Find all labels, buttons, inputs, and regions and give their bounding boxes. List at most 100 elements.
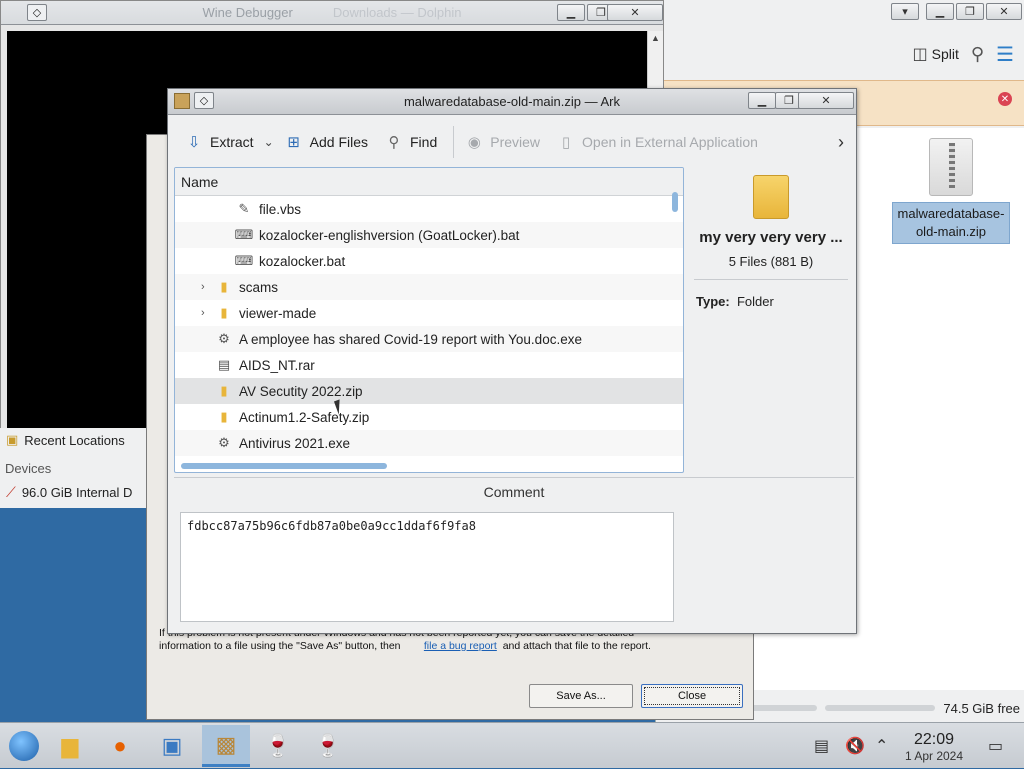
start-menu-button[interactable]: [0, 725, 48, 767]
comment-label: Comment: [483, 484, 545, 500]
keep-above-button[interactable]: ▾: [891, 3, 919, 20]
tree-row[interactable]: ⌨ kozalocker.bat: [175, 248, 683, 274]
hamburger-icon[interactable]: ☰: [996, 42, 1014, 67]
tree-row[interactable]: ✎ file.vbs: [175, 196, 683, 222]
crash-message-line2-end: and attach that file to the report.: [502, 640, 651, 652]
executable-icon: ⚙: [218, 435, 230, 450]
tree-row[interactable]: ⌨ kozalocker-englishversion (GoatLocker).…: [175, 222, 683, 248]
task-firefox[interactable]: ●: [96, 725, 144, 767]
batch-icon: ⌨: [234, 253, 254, 268]
info-name: my very very very ...: [699, 229, 843, 246]
recent-locations-item[interactable]: ▣ Recent Locations: [6, 432, 125, 448]
recent-icon: ▣: [6, 432, 19, 447]
task-file-manager[interactable]: ▆: [46, 725, 94, 767]
ark-close-button[interactable]: ✕: [798, 92, 854, 109]
ark-title: malwaredatabase-old-main.zip — Ark: [403, 94, 621, 109]
task-ark[interactable]: ▩: [202, 725, 250, 767]
folder-large-icon: [753, 175, 789, 219]
save-as-button[interactable]: Save As...: [529, 684, 633, 708]
task-system-settings[interactable]: ▣: [148, 725, 196, 767]
preview-icon: ◉: [467, 134, 481, 151]
executable-icon: ⚙: [218, 331, 230, 346]
space-bar: [825, 705, 936, 711]
folder-icon: ▮: [220, 305, 228, 320]
clock-time: 22:09: [913, 731, 955, 748]
tree-row[interactable]: › ▮ scams: [175, 274, 683, 300]
recent-label: Recent Locations: [24, 432, 125, 448]
extract-icon: ⇩: [187, 134, 201, 151]
expand-chevron-icon[interactable]: ›: [201, 307, 205, 319]
folder-icon: ▆: [61, 733, 79, 758]
ark-minimize-button[interactable]: ▁: [748, 92, 776, 109]
tree-horizontal-scrollbar[interactable]: [181, 463, 387, 469]
close-banner-icon[interactable]: ✕: [998, 92, 1012, 106]
close-button[interactable]: ✕: [986, 3, 1022, 20]
tree-row-label: AIDS_NT.rar: [239, 357, 315, 373]
tree-row-label: Actinum1.2-Safety.zip: [239, 409, 370, 425]
preview-button[interactable]: ◉ Preview: [464, 132, 540, 152]
ark-icon: ▩: [215, 731, 237, 757]
scroll-up-icon[interactable]: ▲: [651, 33, 660, 43]
find-button[interactable]: ⚲ Find: [384, 132, 438, 152]
wine-minimize-button[interactable]: ▁: [557, 4, 585, 21]
tree-vertical-scrollbar[interactable]: [672, 192, 678, 212]
pin-icon[interactable]: ◇: [27, 4, 47, 21]
tree-row[interactable]: ▤ AIDS_NT.rar: [175, 352, 683, 378]
tree-row[interactable]: ▮ AV Secutity 2022.zip: [175, 378, 683, 404]
info-divider: [694, 279, 848, 280]
open-external-icon: ▯: [561, 134, 571, 151]
archive-icon: ▤: [217, 357, 231, 372]
zip-icon: ▮: [220, 383, 228, 398]
tree-row-label: scams: [239, 279, 279, 295]
find-icon: ⚲: [388, 134, 400, 151]
tree-row[interactable]: ⚙ A employee has shared Covid-19 report w…: [175, 326, 683, 352]
chevron-right-icon[interactable]: ›: [838, 132, 844, 153]
device-item[interactable]: ⟋ 96.0 GiB Internal D: [6, 484, 132, 501]
split-button[interactable]: ◫ Split: [913, 44, 959, 64]
toolbar-separator: [453, 126, 455, 158]
bug-report-link[interactable]: file a bug report: [424, 640, 497, 652]
expand-chevron-icon[interactable]: ›: [201, 281, 205, 293]
clock[interactable]: 22:09 1 Apr 2024: [898, 731, 970, 763]
add-files-label: Add Files: [309, 134, 368, 150]
open-external-button[interactable]: ▯ Open in External Application: [556, 132, 758, 152]
tree-row[interactable]: ⚙ Antivirus 2021.exe: [175, 430, 683, 456]
free-space-label: 74.5 GiB free: [943, 700, 1020, 716]
tree-row[interactable]: ▮ Actinum1.2-Safety.zip: [175, 404, 683, 430]
task-wine-1[interactable]: 🍷: [254, 725, 302, 767]
preview-label: Preview: [490, 134, 541, 150]
info-type-label: Type:: [696, 294, 730, 309]
wine-title: Wine Debugger: [202, 5, 293, 20]
show-desktop-icon[interactable]: ▭: [988, 723, 1003, 769]
wine-close-button[interactable]: ✕: [607, 4, 663, 21]
audio-muted-icon[interactable]: 🔇: [845, 723, 865, 769]
firefox-icon: ●: [113, 733, 127, 758]
wine-icon: 🍷: [264, 733, 292, 758]
minimize-button[interactable]: ▁: [926, 3, 954, 20]
folder-icon: ▮: [220, 279, 228, 294]
open-external-label: Open in External Application: [582, 134, 758, 150]
clipboard-icon[interactable]: ▤: [814, 723, 829, 769]
tray-expand-icon[interactable]: ⌃: [875, 723, 888, 769]
tree-row[interactable]: › ▮ viewer-made: [175, 300, 683, 326]
maximize-button[interactable]: ❐: [956, 3, 984, 20]
comment-text[interactable]: fdbcc87a75b96c6fdb87a0be0a9cc1ddaf6f9fa8: [180, 512, 674, 622]
add-files-icon: ⊞: [287, 134, 300, 151]
search-icon[interactable]: ⚲: [971, 44, 984, 65]
chevron-down-icon[interactable]: ⌄: [264, 135, 274, 149]
tree-row-label: file.vbs: [259, 201, 302, 217]
devices-header: Devices: [5, 461, 52, 476]
script-icon: ✎: [238, 201, 250, 216]
info-panel: my very very very ... 5 Files (881 B) Ty…: [688, 167, 854, 473]
add-files-button[interactable]: ⊞ Add Files: [284, 132, 368, 152]
ark-pin-icon[interactable]: ◇: [194, 92, 214, 109]
close-dialog-button[interactable]: Close: [641, 684, 743, 708]
device-label: 96.0 GiB Internal D: [21, 485, 133, 500]
batch-icon: ⌨: [234, 227, 254, 242]
comment-panel: Comment fdbcc87a75b96c6fdb87a0be0a9cc1dd…: [174, 477, 854, 627]
task-wine-2[interactable]: 🍷: [304, 725, 352, 767]
column-header-name[interactable]: Name: [175, 168, 683, 196]
extract-button[interactable]: ⇩ Extract: [184, 132, 254, 152]
zip-file-item[interactable]: malwaredatabase-old-main.zip: [892, 138, 1010, 244]
tree-row-label: A employee has shared Covid-19 report wi…: [239, 331, 582, 347]
